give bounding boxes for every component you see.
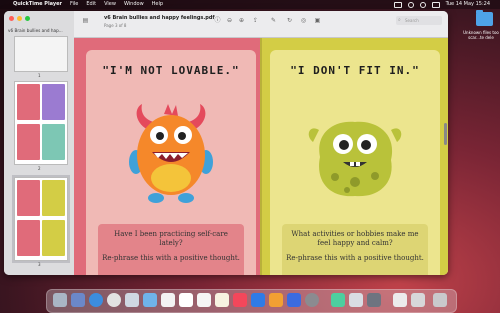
question-box-left: Have I been practicing self-care lately?… (98, 224, 244, 275)
preview-window: v6 Brain bullies and hap... 1 2 3 ▤ v6 B… (4, 11, 448, 275)
document-view[interactable]: "I'M NOT LOVABLE." Have I been practicin… (74, 38, 448, 275)
thumb-card (17, 84, 40, 120)
document-page-info: Page 3 of 8 (104, 23, 127, 28)
photos-icon[interactable] (161, 293, 175, 307)
orange-monster-illustration (129, 104, 213, 203)
thumb-card (42, 220, 65, 256)
downloads-icon[interactable] (411, 293, 425, 307)
battery-icon[interactable] (393, 1, 402, 8)
share-icon[interactable]: ⇪ (252, 17, 259, 24)
headline-left: "I'M NOT LOVABLE." (102, 64, 240, 77)
menu-help[interactable]: Help (152, 0, 163, 9)
page-right: "I DON'T FIT IN." What activities or hob… (260, 38, 448, 275)
xcode-icon[interactable] (287, 293, 301, 307)
markup-icon[interactable]: ◎ (300, 17, 307, 24)
preview-icon[interactable] (349, 293, 363, 307)
page-thumbnail-3[interactable] (12, 175, 70, 263)
minimize-button[interactable] (17, 16, 22, 21)
zoom-button[interactable] (25, 16, 30, 21)
reframe-left: Re-phrase this with a positive thought. (102, 254, 240, 262)
settings-icon[interactable] (305, 293, 319, 307)
control-center-icon[interactable] (431, 1, 440, 8)
question-box-right: What activities or hobbies make me feel … (282, 224, 428, 275)
page-number-3: 3 (38, 262, 41, 267)
scrollbar[interactable] (444, 123, 447, 145)
zoom-in-icon[interactable]: ⊕ (238, 17, 245, 24)
safari-icon[interactable] (89, 293, 103, 307)
chrome-icon[interactable] (107, 293, 121, 307)
card-right: "I DON'T FIT IN." What activities or hob… (270, 50, 440, 275)
thumb-card (17, 124, 40, 160)
markup-pen-icon[interactable]: ✎ (270, 17, 277, 24)
notes-icon[interactable] (215, 293, 229, 307)
page-number-1: 1 (38, 73, 41, 78)
reminders-icon[interactable] (197, 293, 211, 307)
rotate-icon[interactable]: ↻ (286, 17, 293, 24)
app-store-icon[interactable] (251, 293, 265, 307)
launchpad-icon[interactable] (71, 293, 85, 307)
page-left: "I'M NOT LOVABLE." Have I been practicin… (74, 38, 260, 275)
page-thumbnail-1[interactable] (14, 36, 68, 72)
search-input[interactable]: ⌕ Search (396, 16, 442, 25)
menu-clock[interactable]: Tue 14 May 15:24 (446, 0, 490, 9)
headline-right: "I DON'T FIT IN." (290, 64, 420, 77)
pages-icon[interactable] (269, 293, 283, 307)
toolbar: ▤ v6 Brain bullies and happy feelings.pd… (74, 11, 448, 38)
info-icon[interactable]: ⓘ (214, 17, 221, 24)
reframe-right: Re-phrase this with a positive thought. (286, 254, 424, 262)
desktop-folder-label[interactable]: Unknown files too scar...te dele (462, 30, 500, 40)
question-right: What activities or hobbies make me feel … (291, 230, 419, 247)
menu-bar: QuickTime Player File Edit View Window H… (0, 0, 500, 9)
window-controls (9, 16, 33, 21)
sidebar-title: v6 Brain bullies and hap... (8, 28, 63, 33)
green-monster-illustration (308, 121, 402, 197)
thumb-card (42, 180, 65, 216)
menu-file[interactable]: File (70, 0, 78, 9)
document-icon[interactable] (393, 293, 407, 307)
zoom-out-icon[interactable]: ⊖ (226, 17, 233, 24)
trash-icon[interactable] (433, 293, 447, 307)
thumbnail-sidebar: v6 Brain bullies and hap... 1 2 3 (4, 11, 75, 275)
thumb-card (42, 84, 65, 120)
card-left: "I'M NOT LOVABLE." Have I been practicin… (86, 50, 256, 275)
dock (46, 289, 457, 313)
page-thumbnail-2[interactable] (14, 81, 68, 165)
chatgpt-icon[interactable] (331, 293, 345, 307)
folder-icon[interactable] (476, 10, 493, 26)
mail-icon[interactable] (125, 293, 139, 307)
status-area: Tue 14 May 15:24 (393, 0, 496, 9)
thumb-card (17, 220, 40, 256)
page-number-2: 2 (38, 166, 41, 171)
search-icon: ⌕ (398, 17, 401, 23)
thumb-card (42, 124, 65, 160)
question-left: Have I been practicing self-care lately? (114, 230, 228, 247)
search-placeholder: Search (405, 18, 419, 23)
calendar-icon[interactable] (179, 293, 193, 307)
wifi-icon[interactable] (407, 1, 414, 8)
finder-icon[interactable] (53, 293, 67, 307)
quicktime-icon[interactable] (367, 293, 381, 307)
menu-window[interactable]: Window (124, 0, 144, 9)
menu-app-name[interactable]: QuickTime Player (13, 0, 62, 9)
menu-edit[interactable]: Edit (86, 0, 96, 9)
search-spotlight-icon[interactable] (419, 1, 426, 8)
maps-icon[interactable] (143, 293, 157, 307)
close-button[interactable] (9, 16, 14, 21)
music-icon[interactable] (233, 293, 247, 307)
form-icon[interactable]: ▣ (314, 17, 321, 24)
document-title: v6 Brain bullies and happy feelings.pdf (104, 15, 215, 21)
thumb-card (17, 180, 40, 216)
sidebar-toggle-icon[interactable]: ▤ (82, 17, 89, 24)
menu-view[interactable]: View (104, 0, 116, 9)
